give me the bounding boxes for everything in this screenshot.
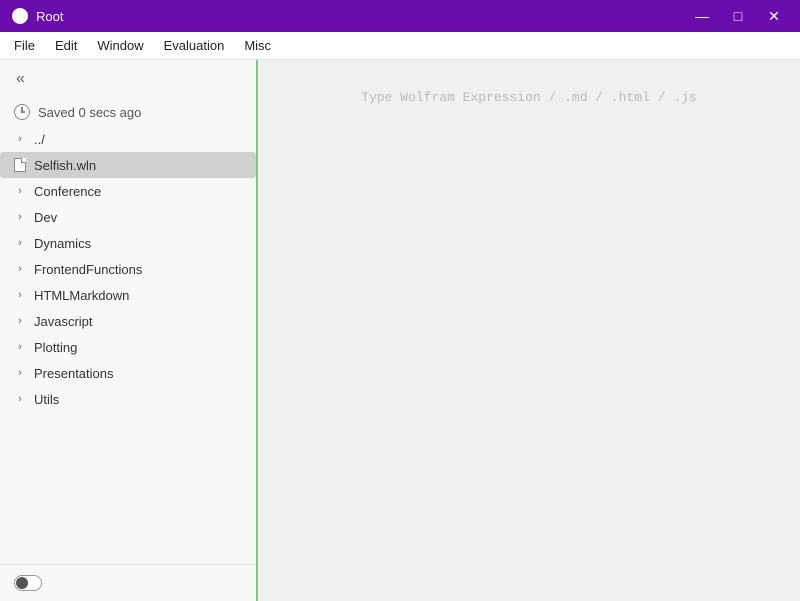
close-button[interactable]: ✕ xyxy=(760,4,788,28)
menu-item-evaluation[interactable]: Evaluation xyxy=(154,34,235,57)
sidebar-item-label: FrontendFunctions xyxy=(34,262,142,277)
sidebar: « Saved 0 secs ago › ../ Selfish.wln › Confe… xyxy=(0,60,258,601)
sidebar-item-dynamics[interactable]: › Dynamics xyxy=(0,230,256,256)
sidebar-item-conference[interactable]: › Conference xyxy=(0,178,256,204)
sidebar-item----[interactable]: › ../ xyxy=(0,126,256,152)
editor-area[interactable]: Type Wolfram Expression / .md / .html / … xyxy=(258,60,800,601)
window-title: Root xyxy=(36,9,688,24)
sidebar-item-presentations[interactable]: › Presentations xyxy=(0,360,256,386)
menu-item-misc[interactable]: Misc xyxy=(234,34,281,57)
chevron-right-icon: › xyxy=(12,131,28,147)
theme-toggle-knob xyxy=(16,577,28,589)
sidebar-item-label: Utils xyxy=(34,392,59,407)
sidebar-footer xyxy=(0,564,256,601)
menu-item-edit[interactable]: Edit xyxy=(45,34,87,57)
sidebar-item-utils[interactable]: › Utils xyxy=(0,386,256,412)
chevron-right-icon: › xyxy=(12,391,28,407)
sidebar-item-label: Conference xyxy=(34,184,101,199)
chevron-right-icon: › xyxy=(12,313,28,329)
window-controls: — □ ✕ xyxy=(688,4,788,28)
saved-status-text: Saved 0 secs ago xyxy=(38,105,141,120)
chevron-right-icon: › xyxy=(12,235,28,251)
sidebar-item-label: Presentations xyxy=(34,366,114,381)
chevron-right-icon: › xyxy=(12,339,28,355)
minimize-button[interactable]: — xyxy=(688,4,716,28)
sidebar-item-label: Plotting xyxy=(34,340,77,355)
chevron-right-icon: › xyxy=(12,183,28,199)
sidebar-item-label: Dynamics xyxy=(34,236,91,251)
editor-placeholder: Type Wolfram Expression / .md / .html / … xyxy=(361,90,696,105)
theme-toggle-button[interactable] xyxy=(14,575,42,591)
sidebar-item-selfish-wln[interactable]: Selfish.wln xyxy=(0,152,256,178)
clock-icon xyxy=(14,104,30,120)
chevron-right-icon: › xyxy=(12,209,28,225)
title-bar: Root — □ ✕ xyxy=(0,0,800,32)
sidebar-top: « xyxy=(0,60,256,98)
menu-bar: FileEditWindowEvaluationMisc xyxy=(0,32,800,60)
menu-item-file[interactable]: File xyxy=(4,34,45,57)
app-icon xyxy=(12,8,28,24)
collapse-button[interactable]: « xyxy=(12,68,29,90)
chevron-right-icon: › xyxy=(12,365,28,381)
sidebar-item-label: Selfish.wln xyxy=(34,158,96,173)
file-icon xyxy=(12,157,28,173)
main-layout: « Saved 0 secs ago › ../ Selfish.wln › Confe… xyxy=(0,60,800,601)
chevron-right-icon: › xyxy=(12,287,28,303)
saved-status: Saved 0 secs ago xyxy=(0,98,256,126)
sidebar-item-dev[interactable]: › Dev xyxy=(0,204,256,230)
sidebar-item-label: ../ xyxy=(34,132,45,147)
sidebar-item-label: Dev xyxy=(34,210,57,225)
chevron-right-icon: › xyxy=(12,261,28,277)
sidebar-item-javascript[interactable]: › Javascript xyxy=(0,308,256,334)
sidebar-item-frontendfunctions[interactable]: › FrontendFunctions xyxy=(0,256,256,282)
sidebar-items: ›../Selfish.wln›Conference›Dev›Dynamics›… xyxy=(0,126,256,564)
sidebar-item-label: Javascript xyxy=(34,314,93,329)
maximize-button[interactable]: □ xyxy=(724,4,752,28)
sidebar-item-label: HTMLMarkdown xyxy=(34,288,129,303)
sidebar-item-plotting[interactable]: › Plotting xyxy=(0,334,256,360)
menu-item-window[interactable]: Window xyxy=(87,34,153,57)
sidebar-item-htmlmarkdown[interactable]: › HTMLMarkdown xyxy=(0,282,256,308)
